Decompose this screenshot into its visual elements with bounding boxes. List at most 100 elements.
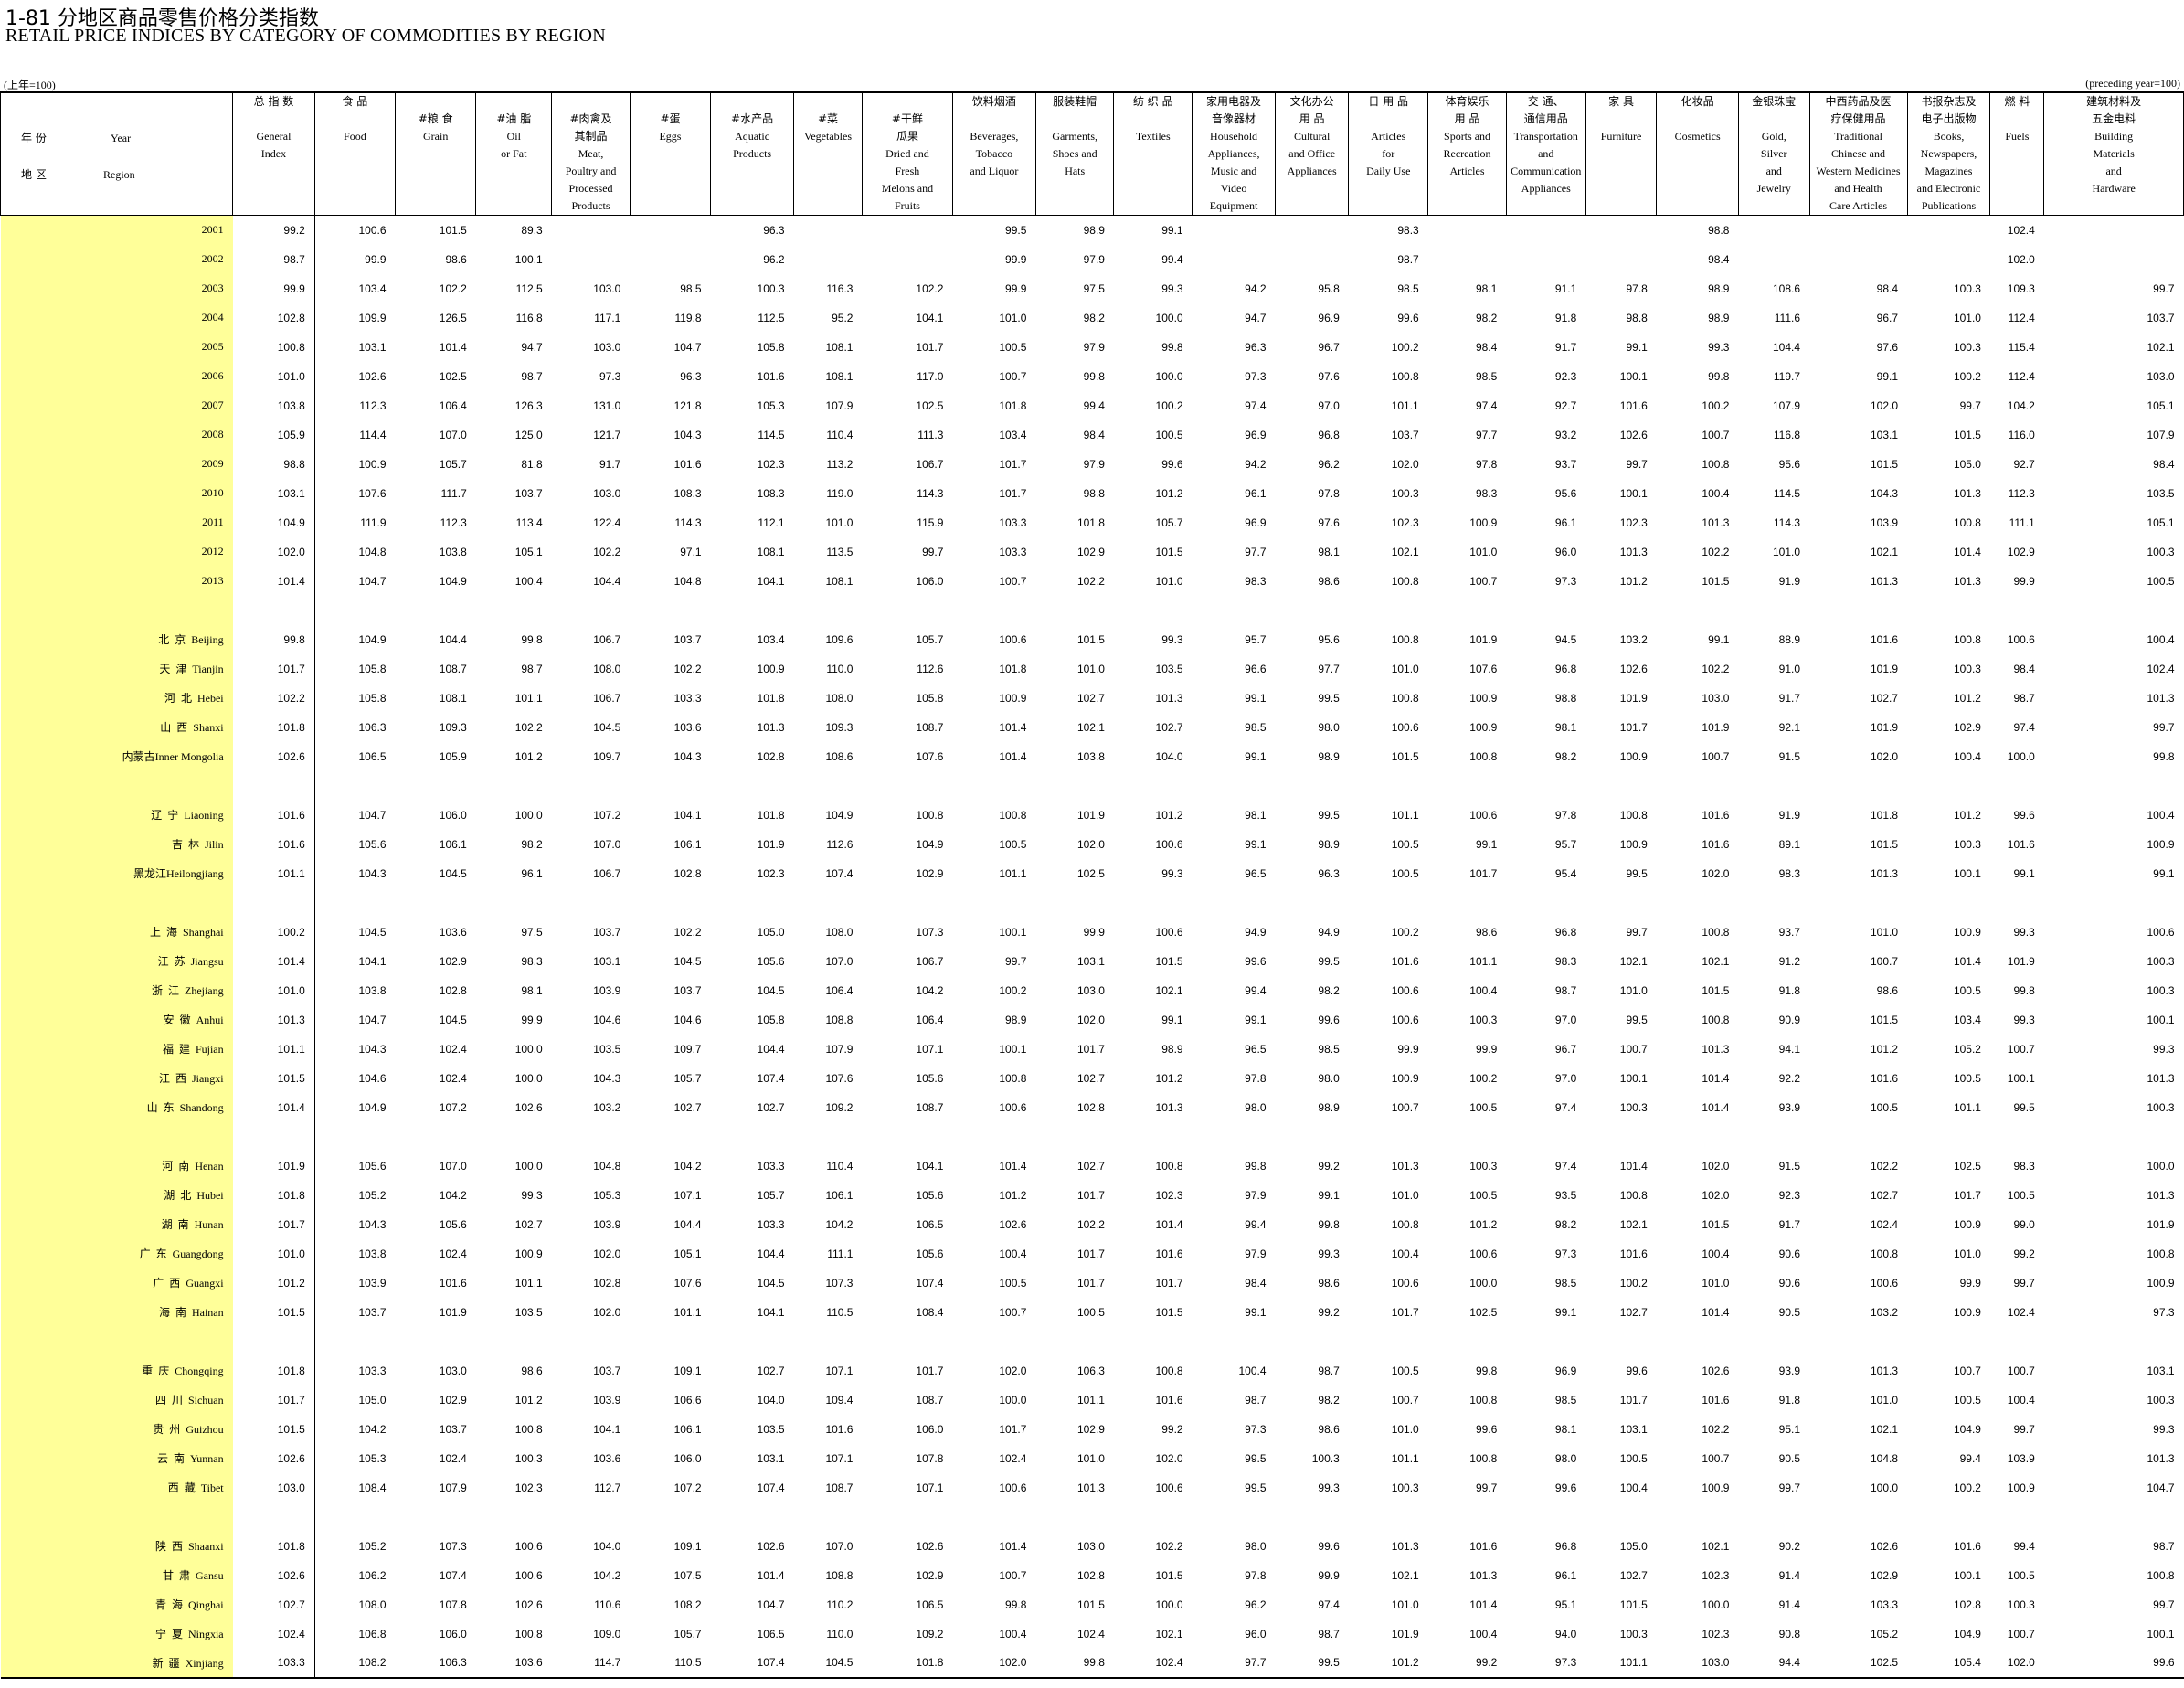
value-cell: 109.2 — [825, 1100, 853, 1114]
value-cell: 102.6 — [514, 1598, 543, 1611]
row-region-cn: 山东 — [146, 1101, 180, 1114]
row-region-en: Liaoning — [184, 809, 224, 822]
column-header-en: Vegetables — [804, 130, 852, 143]
value-cell: 99.5 — [1245, 1481, 1267, 1494]
empty-cell — [794, 771, 863, 801]
value-cell: 104.7 — [358, 574, 387, 588]
value-cell: 98.2 — [1554, 1217, 1577, 1231]
value-cell: 102.1 — [1391, 545, 1419, 558]
value-cell: 99.1 — [1245, 837, 1267, 851]
value-cell: 109.0 — [593, 1627, 621, 1640]
value-cell: 98.8 — [1708, 223, 1730, 237]
empty-cell — [862, 1327, 952, 1356]
value-cell: 101.5 — [1155, 954, 1183, 968]
value-cell: 100.5 — [1155, 428, 1183, 441]
column-header: 建筑材料及 五金电料 Building Materials and Hardwar… — [2043, 91, 2184, 216]
empty-cell — [1428, 1327, 1507, 1356]
value-cell: 104.2 — [673, 1159, 702, 1173]
value-cell: 98.8 — [1626, 311, 1648, 324]
empty-cell — [794, 1122, 863, 1152]
value-cell: 100.9 — [2007, 1481, 2035, 1494]
row-region-cn: 浙江 — [151, 984, 185, 997]
value-cell: 101.3 — [1702, 515, 1730, 529]
value-cell: 102.0 — [1391, 457, 1419, 471]
value-cell: 109.7 — [673, 1042, 702, 1056]
price-index-table: 年 份 地 区 Year Region 总 指 数 General Index 食 … — [0, 91, 2184, 1679]
value-cell: 98.6 — [1318, 1276, 1340, 1290]
value-cell: 104.3 — [673, 428, 702, 441]
empty-cell — [862, 596, 952, 625]
value-cell: 100.5 — [1469, 1100, 1498, 1114]
column-header-cn — [864, 93, 950, 111]
empty-cell — [1193, 1327, 1276, 1356]
empty-cell — [396, 771, 476, 801]
empty-cell — [1990, 596, 2044, 625]
empty-cell — [1738, 771, 1809, 801]
value-cell: 100.6 — [1391, 983, 1419, 997]
value-cell: 102.0 — [593, 1305, 621, 1319]
region-row: 浙江Zhejiang 101.0 103.8 102.8 98.1 103.9 103.7 1… — [0, 975, 2184, 1005]
value-cell: 103.1 — [2147, 1364, 2175, 1377]
value-cell: 102.4 — [1076, 1627, 1105, 1640]
row-region-en: Henan — [195, 1160, 224, 1173]
value-cell: 105.7 — [916, 632, 944, 646]
value-cell: 104.5 — [439, 1013, 467, 1026]
value-cell: 122.4 — [593, 515, 621, 529]
year-row: 2008 105.9 114.4 107.0 125.0 121.7 104.3 114.5 1… — [0, 419, 2184, 450]
region-row: 新疆Xinjiang 103.3 108.2 106.3 103.6 114.7 110.5… — [0, 1648, 2184, 1679]
value-cell: 119.8 — [674, 311, 702, 324]
empty-cell — [794, 1327, 863, 1356]
value-cell: 106.3 — [358, 720, 387, 734]
value-cell: 102.0 — [999, 1364, 1027, 1377]
value-cell: 111.9 — [360, 515, 387, 529]
empty-cell — [952, 1502, 1035, 1532]
value-cell: 108.8 — [825, 1013, 853, 1026]
column-header: 食 品 Food — [313, 91, 397, 216]
value-cell: 100.8 — [1702, 925, 1730, 939]
value-cell: 102.9 — [916, 1568, 944, 1582]
value-cell: 103.0 — [593, 340, 621, 354]
value-cell: 108.3 — [757, 486, 785, 500]
value-cell: 100.1 — [1619, 486, 1648, 500]
row-label — [0, 1121, 233, 1152]
value-cell: 107.1 — [916, 1481, 944, 1494]
value-cell: 90.9 — [1778, 1013, 1801, 1026]
empty-cell — [630, 1327, 710, 1356]
value-cell: 100.2 — [1391, 925, 1419, 939]
empty-cell — [2044, 1122, 2184, 1152]
value-cell: 102.6 — [232, 741, 315, 771]
empty-cell — [1349, 596, 1428, 625]
value-cell: 101.1 — [1391, 398, 1419, 412]
empty-cell — [1428, 771, 1507, 801]
value-cell: 114.3 — [917, 486, 944, 500]
value-cell: 100.6 — [1391, 720, 1419, 734]
empty-cell — [396, 1502, 476, 1532]
value-cell: 100.7 — [1953, 1364, 1981, 1377]
value-cell: 104.9 — [1953, 1627, 1981, 1640]
value-cell: 103.3 — [757, 1159, 785, 1173]
column-header-en: Garments, Shoes and Hats — [1052, 130, 1098, 177]
value-cell: 115.9 — [917, 515, 944, 529]
value-cell: 98.5 — [680, 281, 702, 295]
value-cell: 98.2 — [1318, 1393, 1340, 1407]
value-cell: 105.2 — [358, 1188, 387, 1202]
value-cell: 105.1 — [514, 545, 543, 558]
empty-cell — [1907, 1327, 1990, 1356]
value-cell: 101.9 — [1870, 720, 1899, 734]
column-header: 纺 织 品 Textiles — [1113, 91, 1193, 216]
value-cell: 100.8 — [1702, 1013, 1730, 1026]
value-cell: 102.6 — [1619, 428, 1648, 441]
value-cell: 112.7 — [594, 1481, 621, 1494]
value-cell: 107.2 — [593, 808, 621, 822]
value-cell: 96.8 — [1554, 662, 1577, 675]
value-cell: 100.6 — [999, 632, 1027, 646]
value-cell: 105.0 — [1953, 457, 1981, 471]
year-row: 2011 104.9 111.9 112.3 113.4 122.4 114.3 112.1 1… — [0, 507, 2184, 537]
column-header: 中西药品及医 疗保健用品 Traditional Chinese and West… — [1808, 91, 1908, 216]
value-cell: 101.7 — [1619, 1393, 1648, 1407]
value-cell: 101.2 — [514, 1393, 543, 1407]
value-cell: 102.2 — [1076, 1217, 1105, 1231]
value-cell: 126.5 — [439, 311, 467, 324]
value-cell: 105.8 — [916, 691, 944, 705]
value-cell: 100.6 — [1155, 925, 1183, 939]
